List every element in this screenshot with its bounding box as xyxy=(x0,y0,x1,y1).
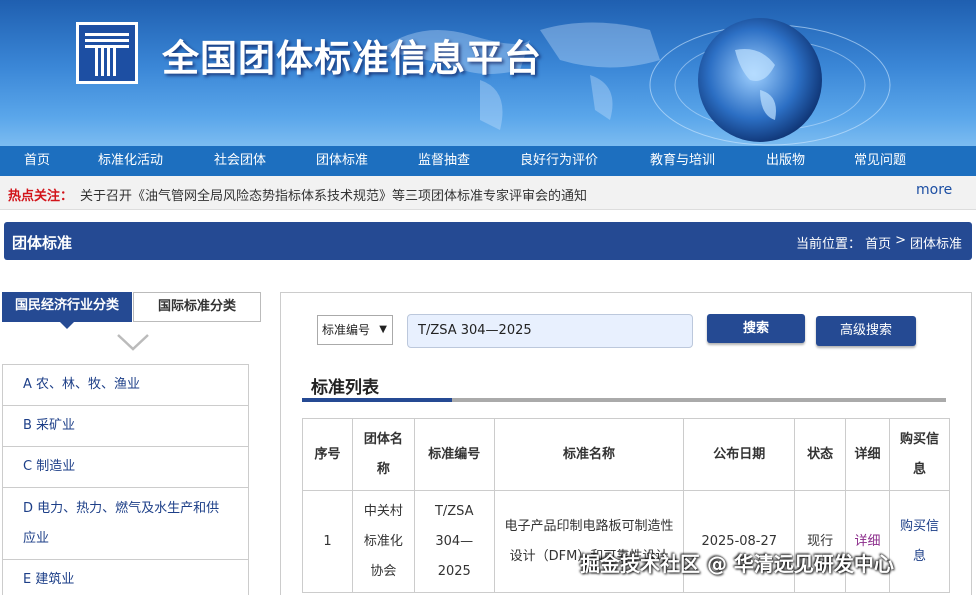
category-tabs: 国民经济行业分类 国际标准分类 xyxy=(2,292,262,329)
detail-link[interactable]: 详细 xyxy=(845,490,891,593)
cell-org: 中关村标准化协会 xyxy=(351,490,415,593)
col-header-code: 标准编号 xyxy=(413,418,495,491)
breadcrumb: 当前位置： 首页 > 团体标准 xyxy=(796,233,962,252)
hot-news-link[interactable]: 关于召开《油气管网全局风险态势指标体系技术规范》等三项团体标准专家评审会的通知 xyxy=(80,185,587,204)
cell-code: T/ZSA 304—2025 xyxy=(413,490,495,593)
cell-no: 1 xyxy=(302,490,353,593)
category-item-b[interactable]: B 采矿业 xyxy=(2,406,249,447)
chevron-down-icon xyxy=(117,334,149,351)
col-header-date: 公布日期 xyxy=(683,418,796,491)
breadcrumb-separator: > xyxy=(895,233,906,248)
col-header-name: 标准名称 xyxy=(493,418,685,491)
table-row: 1 中关村标准化协会 T/ZSA 304—2025 电子产品印制电路板可制造性设… xyxy=(302,490,950,593)
site-logo[interactable] xyxy=(76,22,138,84)
col-header-buy: 购买信息 xyxy=(889,418,950,491)
col-header-org: 团体名称 xyxy=(351,418,415,491)
chevron-down-icon: ▼ xyxy=(379,324,387,335)
category-panel: 国民经济行业分类 国际标准分类 A 农、林、牧、渔业 B 采矿业 C 制造业 D… xyxy=(2,292,261,595)
search-field-select-value: 标准编号 xyxy=(322,323,371,337)
nav-item-standardization[interactable]: 标准化活动 xyxy=(98,146,163,176)
header-banner: 全国团体标准信息平台 xyxy=(0,0,976,146)
tab-industry-classification[interactable]: 国民经济行业分类 xyxy=(2,292,132,329)
col-header-detail: 详细 xyxy=(845,418,891,491)
category-list: A 农、林、牧、渔业 B 采矿业 C 制造业 D 电力、热力、燃气及水生产和供应… xyxy=(2,364,249,595)
category-item-a[interactable]: A 农、林、牧、渔业 xyxy=(2,365,249,406)
main-nav: 首页 标准化活动 社会团体 团体标准 监督抽查 良好行为评价 教育与培训 出版物… xyxy=(0,146,976,176)
globe-graphic xyxy=(649,18,891,146)
search-button[interactable]: 搜索 xyxy=(707,314,805,343)
category-item-c[interactable]: C 制造业 xyxy=(2,447,249,488)
list-title: 标准列表 xyxy=(311,378,379,398)
section-header: 团体标准 当前位置： 首页 > 团体标准 xyxy=(4,222,972,260)
buy-info-link[interactable]: 购买信息 xyxy=(889,490,950,593)
tab-international-classification[interactable]: 国际标准分类 xyxy=(133,292,261,322)
nav-item-education[interactable]: 教育与培训 xyxy=(650,146,715,176)
advanced-search-button[interactable]: 高级搜索 xyxy=(816,316,916,346)
nav-item-publications[interactable]: 出版物 xyxy=(766,146,805,176)
breadcrumb-home[interactable]: 首页 xyxy=(865,233,891,252)
search-input[interactable]: T/ZSA 304—2025 xyxy=(407,314,693,348)
nav-item-supervision[interactable]: 监督抽查 xyxy=(418,146,470,176)
category-item-d[interactable]: D 电力、热力、燃气及水生产和供应业 xyxy=(2,488,249,560)
nav-item-home[interactable]: 首页 xyxy=(24,146,50,176)
breadcrumb-current: 团体标准 xyxy=(909,237,962,252)
cell-status: 现行 xyxy=(794,490,847,593)
category-item-e[interactable]: E 建筑业 xyxy=(2,560,249,595)
site-title: 全国团体标准信息平台 xyxy=(162,37,542,80)
more-link[interactable]: more xyxy=(916,182,952,198)
nav-item-group-standards[interactable]: 团体标准 xyxy=(316,146,368,176)
list-title-divider xyxy=(302,398,946,402)
nav-item-faq[interactable]: 常见问题 xyxy=(854,146,906,176)
logo-t-icon xyxy=(85,33,129,76)
cell-name: 电子产品印制电路板可制造性设计（DFM）和可靠性设计 xyxy=(493,490,685,593)
watermark: 掘金技术社区 @ 华清远见研发中心 xyxy=(580,552,894,576)
col-header-status: 状态 xyxy=(794,418,847,491)
col-header-no: 序号 xyxy=(302,418,353,491)
hot-news-bar: 热点关注： 关于召开《油气管网全局风险态势指标体系技术规范》等三项团体标准专家评… xyxy=(0,176,976,210)
nav-item-social-groups[interactable]: 社会团体 xyxy=(214,146,266,176)
breadcrumb-prefix: 当前位置： xyxy=(796,237,862,252)
table-header-row: 序号 团体名称 标准编号 标准名称 公布日期 状态 详细 购买信息 xyxy=(302,418,950,491)
search-field-select[interactable]: 标准编号 ▼ xyxy=(317,315,393,345)
page: 全国团体标准信息平台 首页 标准化活动 社会团体 团体标准 监督抽查 良好行为评… xyxy=(0,0,976,595)
cell-date: 2025-08-27 xyxy=(683,490,796,593)
page-title: 团体标准 xyxy=(12,234,73,252)
nav-item-good-behavior[interactable]: 良好行为评价 xyxy=(520,146,598,176)
hot-label: 热点关注： xyxy=(8,189,74,204)
